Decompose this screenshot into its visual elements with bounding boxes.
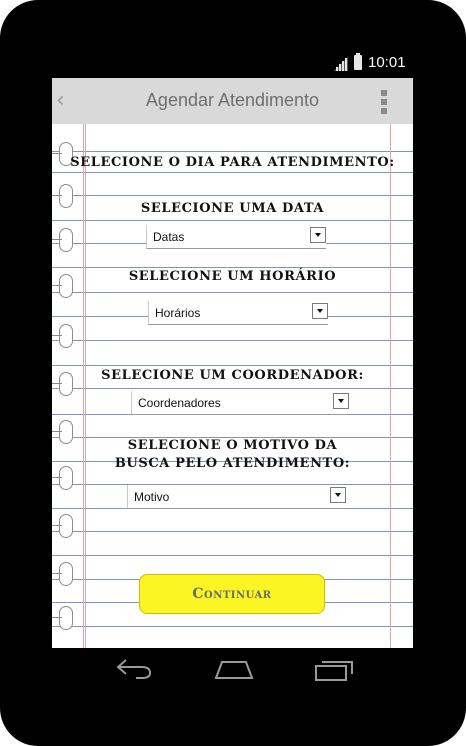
ruled-line [52, 172, 413, 173]
binder-ring [52, 562, 73, 586]
date-select-value: Datas [153, 230, 185, 244]
time-select-value: Horários [155, 306, 201, 320]
ruled-line [52, 626, 413, 627]
device-frame: 10:01 ‹ Agendar Atendimento SELECIONE O … [0, 0, 466, 746]
time-label: Selecione um horário [128, 269, 337, 284]
app-bar: ‹ Agendar Atendimento [52, 78, 413, 124]
home-icon[interactable] [214, 658, 254, 680]
recents-icon[interactable] [314, 658, 354, 682]
reason-select-value: Motivo [134, 490, 170, 504]
coordinator-label: Selecione um coordenador: [101, 368, 364, 383]
date-label: Selecione uma data [140, 201, 325, 216]
ruled-line [52, 292, 413, 293]
continue-button[interactable]: Continuar [139, 574, 325, 614]
coordinator-select-value: Coordenadores [138, 396, 221, 410]
ruled-line [52, 365, 413, 366]
time-select[interactable]: Horários [148, 301, 328, 325]
signal-icon [334, 57, 348, 71]
date-select[interactable]: Datas [146, 225, 326, 249]
ruled-line [52, 340, 413, 341]
dropdown-arrow-icon[interactable] [310, 227, 326, 243]
reason-label-line-2: busca pelo atendimento: [114, 456, 351, 471]
ruled-line [52, 531, 413, 532]
ruled-line [52, 220, 413, 221]
battery-icon [354, 53, 362, 70]
status-time: 10:01 [368, 54, 406, 71]
app-title: Agendar Atendimento [145, 90, 320, 110]
ruled-line [52, 195, 413, 196]
dropdown-arrow-icon[interactable] [312, 303, 328, 319]
reason-label-line-1: Selecione o motivo da [127, 438, 338, 453]
coordinator-select[interactable]: Coordenadores [131, 391, 349, 415]
form-heading: Selecione o dia para atendimento: [70, 155, 395, 170]
dropdown-arrow-icon[interactable] [330, 487, 346, 503]
binder-ring [52, 324, 73, 348]
reason-select[interactable]: Motivo [127, 485, 346, 509]
binder-ring [52, 606, 73, 630]
back-arrow-icon[interactable] [116, 656, 154, 682]
overflow-menu-icon[interactable] [381, 90, 387, 114]
ruled-line [52, 388, 413, 389]
binder-ring [52, 514, 73, 538]
binder-ring [52, 228, 73, 252]
ruled-line [52, 151, 413, 152]
status-bar: 10:01 [52, 52, 413, 76]
notebook-paper-background: Selecione o dia para atendimento: Seleci… [52, 124, 413, 648]
app-screen: ‹ Agendar Atendimento SELECIONE O DIA PA… [52, 78, 413, 648]
dropdown-arrow-icon[interactable] [333, 393, 349, 409]
ruled-line [52, 555, 413, 556]
